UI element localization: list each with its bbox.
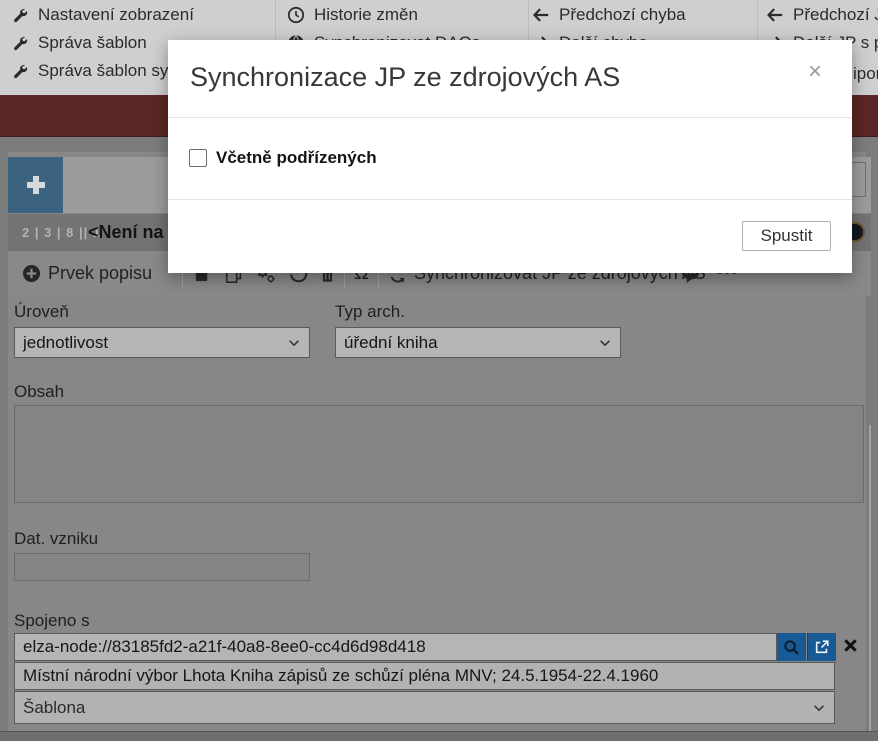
- linked-node-result: Místní národní výbor Lhota Kniha zápisů …: [14, 662, 835, 690]
- menu-item-label: Předchozí chyba: [559, 5, 686, 25]
- menu-item-display-settings[interactable]: Nastavení zobrazení: [12, 5, 194, 25]
- level-select-value: jednotlivost: [23, 333, 108, 353]
- clear-link-button[interactable]: [842, 637, 859, 654]
- chevron-down-icon: [812, 701, 826, 715]
- content-textarea[interactable]: [14, 405, 864, 503]
- arch-type-select[interactable]: úřední kniha: [335, 327, 621, 358]
- menu-item-fragment[interactable]: ipor: [853, 64, 878, 84]
- menu-item-change-history[interactable]: Historie změn: [287, 5, 418, 25]
- close-icon[interactable]: ×: [808, 60, 822, 84]
- dialog-title: Synchronizace JP ze zdrojových AS: [190, 62, 620, 93]
- linked-node-input[interactable]: [14, 633, 777, 661]
- menu-item-label: Správa šablon: [38, 33, 147, 53]
- plus-circle-icon: [22, 264, 41, 283]
- menu-item-previous-error[interactable]: Předchozí chyba: [532, 5, 686, 25]
- arch-type-select-value: úřední kniha: [344, 333, 438, 353]
- plus-icon: [24, 173, 48, 197]
- external-link-icon: [814, 639, 830, 655]
- add-node-button[interactable]: [8, 157, 63, 213]
- chevron-down-icon: [287, 336, 301, 350]
- menu-item-template-admin[interactable]: Správa šablon: [12, 33, 147, 53]
- arrow-left-icon: [532, 6, 550, 24]
- level-label: Úroveň: [14, 302, 69, 322]
- menu-item-label: Historie změn: [314, 5, 418, 25]
- menu-item-previous-jp[interactable]: Předchozí JP: [766, 5, 878, 25]
- search-node-button[interactable]: [777, 633, 806, 661]
- app-screen: Nastavení zobrazení Správa šablon Správa…: [0, 0, 878, 741]
- creation-date-input[interactable]: [14, 553, 310, 581]
- bottom-status-bar: [0, 731, 878, 741]
- arch-type-label: Typ arch.: [335, 302, 405, 322]
- creation-date-label: Dat. vzniku: [14, 529, 98, 549]
- linked-node-result-text: Místní národní výbor Lhota Kniha zápisů …: [23, 666, 658, 686]
- wrench-icon: [12, 63, 29, 80]
- search-icon: [783, 639, 800, 656]
- add-description-item-label: Prvek popisu: [48, 263, 152, 284]
- accordion-title: <Není na: [88, 222, 164, 243]
- wrench-icon: [12, 35, 29, 52]
- chevron-down-icon: [598, 336, 612, 350]
- clock-icon: [287, 6, 305, 24]
- template-select-placeholder: Šablona: [23, 698, 85, 718]
- include-children-label[interactable]: Včetně podřízených: [216, 148, 377, 168]
- sync-jp-dialog: Synchronizace JP ze zdrojových AS × Včet…: [168, 40, 852, 273]
- include-children-checkbox[interactable]: [189, 149, 207, 167]
- wrench-icon: [12, 7, 29, 24]
- menu-item-label: Nastavení zobrazení: [38, 5, 194, 25]
- linked-with-label: Spojeno s: [14, 611, 90, 631]
- content-label: Obsah: [14, 382, 64, 402]
- level-select[interactable]: jednotlivost: [14, 327, 310, 358]
- dialog-header-divider: [168, 117, 852, 118]
- template-select[interactable]: Šablona: [14, 691, 835, 724]
- x-icon: [842, 637, 859, 654]
- arrow-left-icon: [766, 6, 784, 24]
- scrollbar[interactable]: [869, 425, 871, 731]
- menu-item-label: Předchozí JP: [793, 5, 878, 25]
- dialog-footer-divider: [168, 199, 852, 200]
- open-node-button[interactable]: [807, 633, 836, 661]
- run-button[interactable]: Spustit: [742, 221, 831, 251]
- add-description-item-button[interactable]: Prvek popisu: [22, 251, 152, 296]
